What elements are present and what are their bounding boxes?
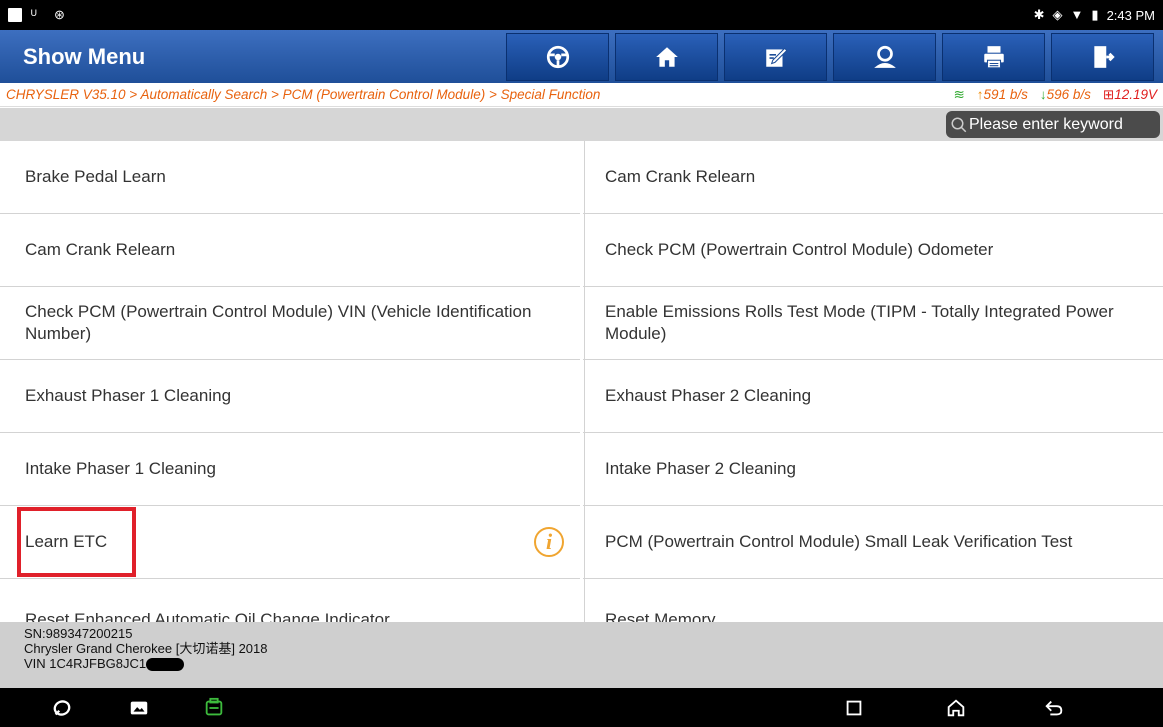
battery-icon: ▮: [1091, 7, 1099, 22]
upload-speed: 591 b/s: [983, 87, 1028, 102]
download-arrow-icon: ↓: [1039, 87, 1047, 102]
menu-item[interactable]: Intake Phaser 1 Cleaning: [0, 433, 580, 506]
menu-item[interactable]: Cam Crank Relearn: [0, 214, 580, 287]
menu-item[interactable]: Reset Enhanced Automatic Oil Change Indi…: [0, 579, 580, 622]
vin: VIN 1C4RJFBG8JC1: [24, 656, 147, 671]
usb-icon: ᵁ: [31, 7, 37, 22]
home-nav-icon: [947, 699, 965, 717]
search-icon: [951, 117, 967, 132]
breadcrumb: CHRYSLER V35.10 > Automatically Search >…: [0, 83, 1163, 107]
gallery-button[interactable]: [125, 696, 153, 720]
info-icon[interactable]: i: [534, 527, 564, 557]
home-button[interactable]: [615, 32, 718, 81]
vci-icon: [205, 697, 223, 716]
redaction: [146, 658, 185, 672]
exit-icon: [1093, 45, 1115, 68]
title-bar: Show Menu: [0, 30, 1163, 83]
vibrate-icon: ◈: [1052, 7, 1063, 22]
wifi-signal-icon: ≋: [953, 86, 965, 102]
menu-item[interactable]: Check PCM (Powertrain Control Module) Od…: [583, 214, 1163, 287]
launcher-icon: [53, 700, 71, 716]
wifi-icon: ▼: [1070, 7, 1084, 22]
edit-button[interactable]: [724, 32, 827, 81]
user-icon: [873, 45, 896, 68]
vci-button[interactable]: [200, 696, 228, 720]
launcher-button[interactable]: [48, 696, 76, 720]
search-row: Please enter keyword: [0, 108, 1163, 141]
recents-icon: [846, 700, 862, 716]
steering-wheel-icon: [546, 45, 569, 68]
breadcrumb-path: CHRYSLER V35.10 > Automatically Search >…: [6, 87, 601, 102]
edit-icon: [765, 47, 788, 67]
clock: 2:43 PM: [1106, 7, 1155, 23]
gallery-icon: [130, 701, 148, 715]
menu-item[interactable]: Cam Crank Relearn: [583, 141, 1163, 214]
battery-voltage-icon: ⊞: [1102, 86, 1115, 102]
home-icon: [655, 46, 678, 67]
steering-wheel-button[interactable]: [506, 32, 609, 81]
download-speed: 596 b/s: [1046, 87, 1091, 102]
back-icon: [1045, 700, 1063, 716]
recents-button[interactable]: [840, 696, 868, 720]
exit-button[interactable]: [1051, 32, 1154, 81]
upload-arrow-icon: ↑: [976, 87, 984, 102]
back-button[interactable]: [1040, 696, 1068, 720]
menu-item[interactable]: Brake Pedal Learn: [0, 141, 580, 214]
menu-item[interactable]: Reset Memory: [583, 579, 1163, 622]
vehicle-name: Chrysler Grand Cherokee [大切诺基] 2018: [24, 641, 268, 656]
menu-item[interactable]: Exhaust Phaser 2 Cleaning: [583, 360, 1163, 433]
search-input[interactable]: Please enter keyword: [946, 111, 1160, 138]
voltage: 12.19V: [1114, 86, 1157, 102]
page-title: Show Menu: [23, 43, 146, 69]
print-button[interactable]: [942, 32, 1045, 81]
system-nav-bar: [0, 688, 1163, 727]
menu-item-learn-etc[interactable]: Learn ETC i: [0, 506, 580, 579]
menu-item[interactable]: Intake Phaser 2 Cleaning: [583, 433, 1163, 506]
menu-item[interactable]: Check PCM (Powertrain Control Module) VI…: [0, 287, 580, 360]
menu-item[interactable]: Exhaust Phaser 1 Cleaning: [0, 360, 580, 433]
notification-icon: [8, 8, 22, 22]
user-button[interactable]: [833, 32, 936, 81]
function-menu: Brake Pedal Learn Cam Crank Relearn Cam …: [0, 141, 1163, 622]
vehicle-info-footer: SN:989347200215 Chrysler Grand Cherokee …: [0, 622, 1163, 688]
menu-item[interactable]: PCM (Powertrain Control Module) Small Le…: [583, 506, 1163, 579]
print-icon: [983, 45, 1004, 68]
bluetooth-icon: ✱: [1033, 7, 1045, 22]
home-nav-button[interactable]: [942, 696, 970, 720]
serial-number: SN:989347200215: [24, 626, 133, 641]
menu-item[interactable]: Enable Emissions Rolls Test Mode (TIPM -…: [583, 287, 1163, 360]
search-placeholder: Please enter keyword: [969, 115, 1123, 133]
settings-notification-icon: ⊛: [54, 7, 65, 22]
status-bar: ᵁ ⊛ ✱ ◈ ▼ ▮ 2:43 PM: [0, 0, 1163, 30]
